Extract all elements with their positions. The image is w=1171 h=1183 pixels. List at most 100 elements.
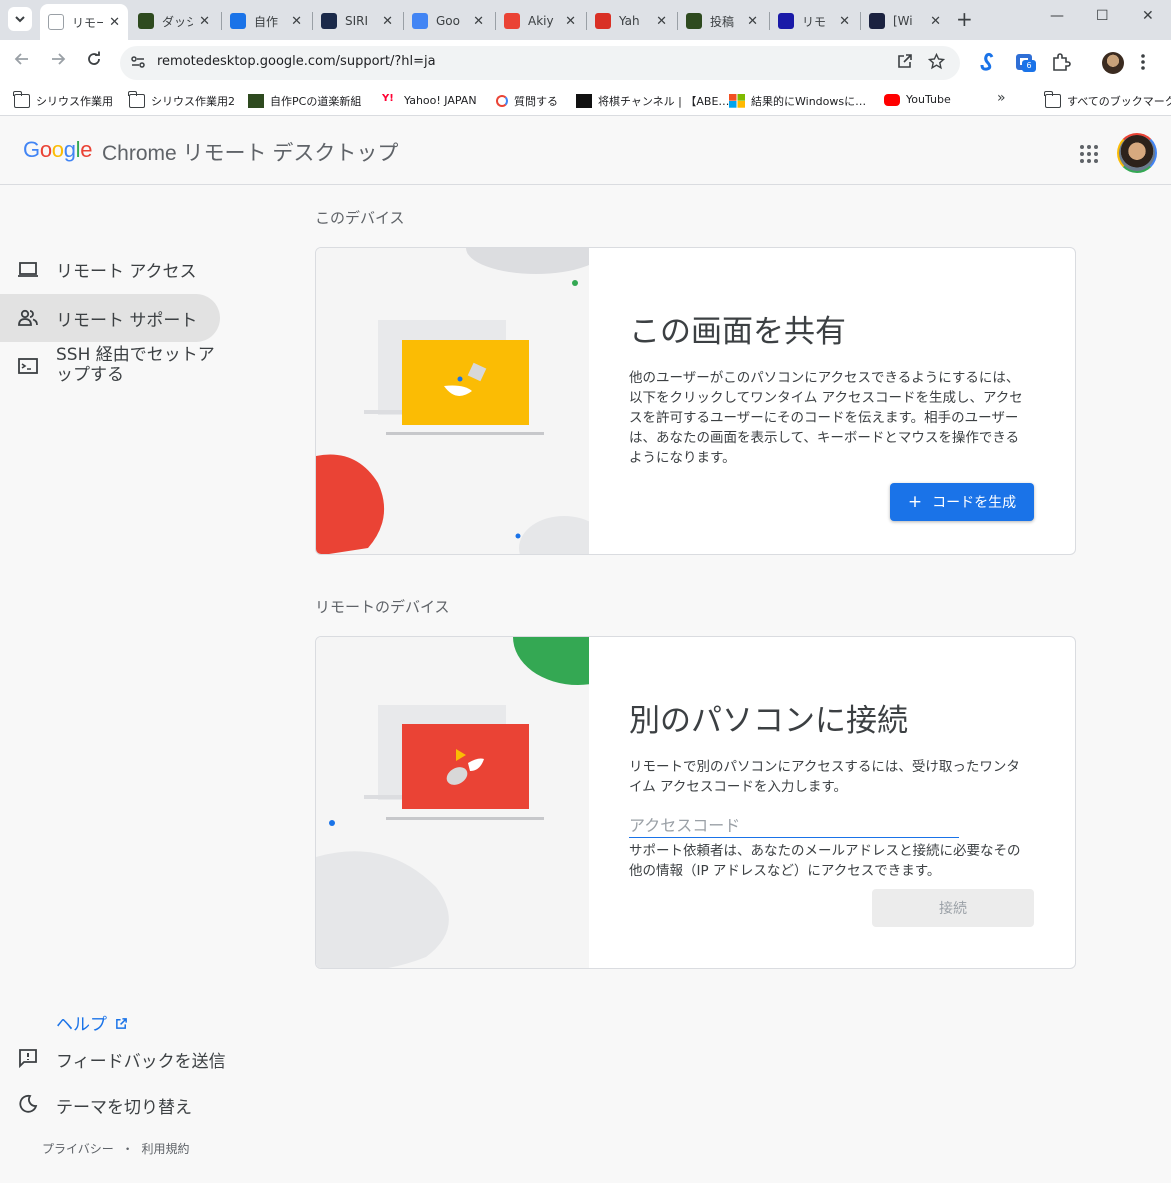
tab-separator [403, 12, 404, 30]
tab-title: Yah [619, 14, 640, 28]
back-button[interactable] [10, 51, 34, 73]
youtube-icon [884, 93, 900, 106]
minimize-button[interactable]: — [1050, 8, 1064, 24]
bookmark-star-icon[interactable] [928, 53, 945, 70]
sidebar-item-remote-access[interactable]: リモート アクセス [0, 245, 220, 293]
connect-illustration [316, 637, 589, 968]
browser-tab[interactable]: リモー ✕ [40, 4, 128, 40]
browser-tab[interactable]: 投稿 ✕ [678, 6, 766, 36]
maximize-button[interactable]: ☐ [1096, 8, 1109, 24]
reload-button[interactable] [82, 51, 106, 73]
share-illustration [316, 248, 589, 554]
browser-tab[interactable]: Yah ✕ [587, 6, 675, 36]
more-vert-icon[interactable] [1136, 51, 1150, 73]
tab-close-icon[interactable]: ✕ [193, 14, 210, 29]
folder-icon [128, 91, 145, 108]
arrow-left-icon [14, 53, 28, 65]
google-logo[interactable]: Google [23, 137, 92, 163]
browser-toolbar: remotedesktop.google.com/support/?hl=ja [0, 40, 1171, 86]
access-code-input[interactable] [629, 814, 959, 838]
tab-close-icon[interactable]: ✕ [741, 14, 758, 29]
tab-title: Goo [436, 14, 460, 28]
help-link[interactable]: ヘルプ [56, 1010, 128, 1035]
new-tab-button[interactable]: + [956, 9, 973, 29]
all-bookmarks-button[interactable]: すべてのブックマーク [1044, 91, 1171, 109]
extension-badge: 6 [1022, 60, 1036, 72]
bookmark-item[interactable]: 質問する [496, 93, 558, 109]
theme-toggle-button[interactable]: テーマを切り替え [0, 1089, 240, 1121]
connect-note: サポート依頼者は、あなたのメールアドレスと接続に必要なその他の情報（IP アドレ… [629, 843, 1021, 879]
browser-tab[interactable]: SIRI ✕ [313, 6, 401, 36]
terms-link[interactable]: 利用規約 [141, 1142, 189, 1156]
bookmark-item[interactable]: シリウス作業用2 [128, 91, 235, 109]
tab-favicon-icon [869, 13, 885, 29]
connect-button[interactable]: 接続 [872, 889, 1034, 927]
browser-tab[interactable]: [Wi ✕ [861, 6, 949, 36]
tab-title: 投稿 [710, 14, 735, 29]
address-bar[interactable]: remotedesktop.google.com/support/?hl=ja [120, 46, 960, 80]
forward-button[interactable] [46, 51, 70, 73]
tab-close-icon[interactable]: ✕ [650, 14, 667, 29]
tab-close-icon[interactable]: ✕ [103, 15, 120, 30]
question-icon [496, 95, 508, 107]
tab-close-icon[interactable]: ✕ [285, 14, 302, 29]
moon-icon [19, 1094, 38, 1113]
tab-favicon-icon [48, 14, 64, 30]
sidebar-item-remote-support[interactable]: リモート サポート [0, 294, 220, 342]
connect-card: 別のパソコンに接続 リモートで別のパソコンにアクセスするには、受け取ったワンタイ… [315, 636, 1076, 969]
tab-search-button[interactable] [8, 7, 32, 31]
browser-tab[interactable]: 自作 ✕ [222, 6, 310, 36]
tab-favicon-icon [686, 13, 702, 29]
feedback-button[interactable]: フィードバックを送信 [0, 1043, 240, 1075]
bookmark-item[interactable]: シリウス作業用 [13, 91, 113, 109]
generate-code-button[interactable]: + コードを生成 [890, 483, 1034, 521]
profile-avatar-small[interactable] [1102, 52, 1124, 74]
bookmark-item[interactable]: 将棋チャンネル | 【ABE… [576, 93, 729, 109]
tab-close-icon[interactable]: ✕ [467, 14, 484, 29]
sidebar-item-ssh[interactable]: SSH 経由でセットア ップする [0, 343, 220, 389]
bookmark-label: YouTube [906, 93, 951, 106]
bookmark-item[interactable]: YouTube [884, 93, 951, 106]
sidebar-item-label: リモート アクセス [56, 261, 197, 282]
tab-title: リモ [802, 14, 827, 29]
bookmark-item[interactable]: 結果的にWindowsに… [729, 93, 866, 109]
url-text[interactable]: remotedesktop.google.com/support/?hl=ja [157, 54, 436, 69]
tab-separator [495, 12, 496, 30]
bookmark-item[interactable]: Y! Yahoo! JAPAN [382, 93, 477, 107]
account-avatar[interactable] [1117, 133, 1157, 173]
game-icon [248, 94, 264, 108]
open-in-new-icon[interactable] [897, 53, 913, 69]
bookmark-item[interactable]: 自作PCの道楽新組 [248, 93, 361, 109]
browser-tab[interactable]: リモ ✕ [770, 6, 858, 36]
tab-title: [Wi [893, 14, 913, 28]
windows-icon [729, 94, 745, 108]
tab-separator [586, 12, 587, 30]
apps-grid-icon[interactable] [1080, 145, 1098, 163]
shogi-icon [576, 94, 592, 108]
bookmarks-overflow-button[interactable]: » [997, 90, 1006, 106]
browser-tab[interactable]: ダッシ ✕ [130, 6, 218, 36]
browser-tab[interactable]: Goo ✕ [404, 6, 492, 36]
arrow-right-icon [52, 53, 66, 65]
folder-icon [1044, 91, 1061, 108]
people-icon [18, 309, 38, 326]
tab-close-icon[interactable]: ✕ [924, 14, 941, 29]
browser-tab[interactable]: Akiy ✕ [496, 6, 584, 36]
tab-close-icon[interactable]: ✕ [376, 14, 393, 29]
tab-close-icon[interactable]: ✕ [833, 14, 850, 29]
privacy-link[interactable]: プライバシー [42, 1142, 114, 1156]
site-info-icon[interactable] [130, 54, 146, 70]
tab-favicon-icon [595, 13, 611, 29]
extensions-puzzle-icon[interactable] [1050, 51, 1072, 73]
tab-favicon-icon [138, 13, 154, 29]
tab-title: SIRI [345, 14, 369, 28]
extension-s-icon[interactable] [976, 51, 998, 73]
tab-favicon-icon [230, 13, 246, 29]
sidebar-item-label: リモート サポート [56, 310, 198, 331]
tab-close-icon[interactable]: ✕ [559, 14, 576, 29]
product-title: Chrome リモート デスクトップ [102, 142, 399, 165]
reload-icon [88, 51, 100, 65]
connect-description: リモートで別のパソコンにアクセスするには、受け取ったワンタイム アクセスコードを… [629, 759, 1020, 795]
close-window-button[interactable]: ✕ [1142, 8, 1154, 24]
section-title-this-device: このデバイス [315, 209, 405, 227]
